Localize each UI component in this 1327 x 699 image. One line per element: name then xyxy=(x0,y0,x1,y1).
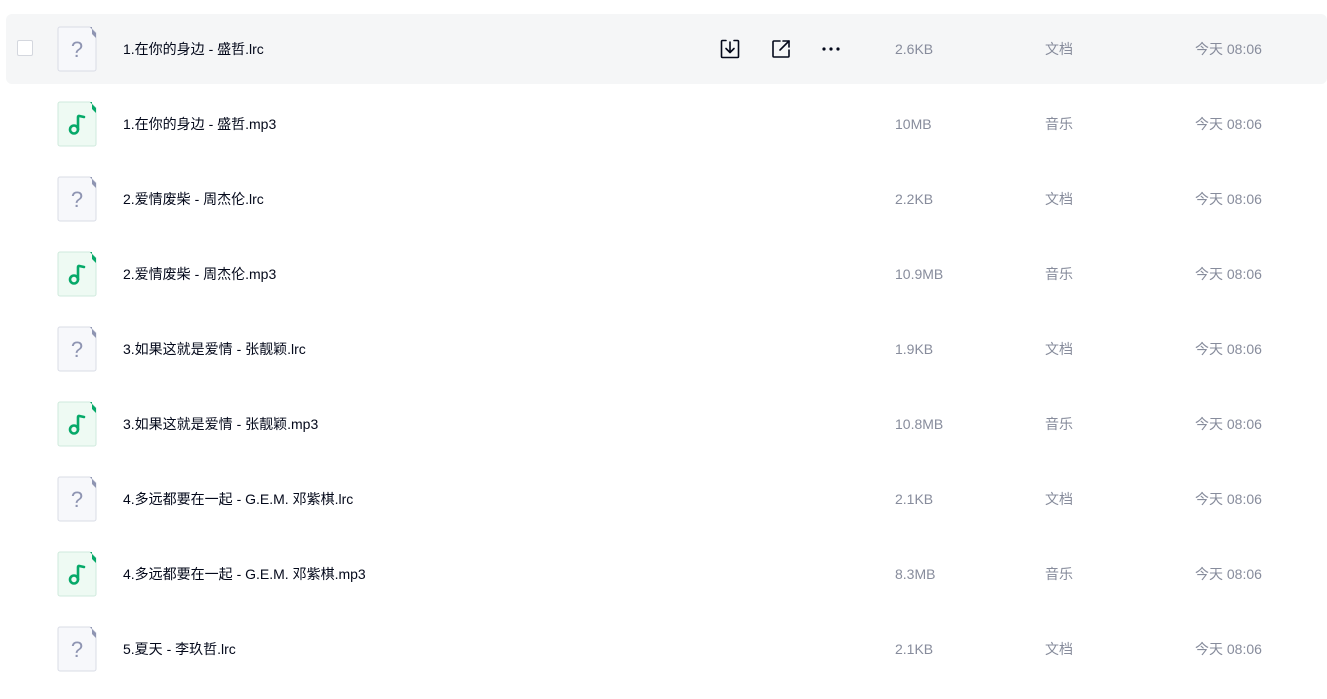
file-size: 1.9KB xyxy=(895,341,934,357)
unknown-file-icon: ? xyxy=(57,326,97,372)
share-icon xyxy=(769,37,793,61)
modified-time: 今天 08:06 xyxy=(1195,266,1262,282)
modified-time: 今天 08:06 xyxy=(1195,341,1262,357)
file-name[interactable]: 2.爱情废柴 - 周杰伦.mp3 xyxy=(123,239,276,309)
more-icon xyxy=(819,37,843,61)
file-row[interactable]: ? 1.在你的身边 - 盛哲.lrc 2.6KB 文档 今天 08:06 xyxy=(6,14,1327,84)
file-size: 10MB xyxy=(895,116,932,132)
modified-time: 今天 08:06 xyxy=(1195,41,1262,57)
file-row[interactable]: ? 5.夏天 - 李玖哲.lrc 2.1KB 文档 今天 08:06 xyxy=(6,614,1327,684)
file-type: 文档 xyxy=(1045,341,1073,357)
file-row[interactable]: 1.在你的身边 - 盛哲.mp3 10MB 音乐 今天 08:06 xyxy=(6,89,1327,159)
svg-text:?: ? xyxy=(71,637,83,662)
file-size: 2.1KB xyxy=(895,491,934,507)
file-row[interactable]: ? 4.多远都要在一起 - G.E.M. 邓紫棋.lrc 2.1KB 文档 今天 08:… xyxy=(6,464,1327,534)
file-type: 音乐 xyxy=(1045,266,1073,282)
unknown-file-icon: ? xyxy=(57,476,97,522)
svg-text:?: ? xyxy=(71,337,83,362)
modified-time: 今天 08:06 xyxy=(1195,116,1262,132)
file-row[interactable]: ? 3.如果这就是爱情 - 张靓颖.lrc 1.9KB 文档 今天 08:06 xyxy=(6,314,1327,384)
file-type: 文档 xyxy=(1045,191,1073,207)
download-button[interactable] xyxy=(718,37,742,61)
file-type: 音乐 xyxy=(1045,116,1073,132)
music-file-icon xyxy=(57,251,97,297)
file-size: 2.1KB xyxy=(895,641,934,657)
file-size: 10.8MB xyxy=(895,416,944,432)
file-list: ? 1.在你的身边 - 盛哲.lrc 2.6KB 文档 今天 08:06 1.在你的身边 … xyxy=(0,0,1327,699)
file-row[interactable]: ? 2.爱情废柴 - 周杰伦.lrc 2.2KB 文档 今天 08:06 xyxy=(6,164,1327,234)
file-name[interactable]: 3.如果这就是爱情 - 张靓颖.mp3 xyxy=(123,389,318,459)
file-name[interactable]: 1.在你的身边 - 盛哲.mp3 xyxy=(123,89,276,159)
file-type: 音乐 xyxy=(1045,566,1073,582)
modified-time: 今天 08:06 xyxy=(1195,641,1262,657)
file-type: 文档 xyxy=(1045,641,1073,657)
file-row[interactable]: 2.爱情废柴 - 周杰伦.mp3 10.9MB 音乐 今天 08:06 xyxy=(6,239,1327,309)
file-size: 10.9MB xyxy=(895,266,944,282)
modified-time: 今天 08:06 xyxy=(1195,566,1262,582)
file-row[interactable]: 4.多远都要在一起 - G.E.M. 邓紫棋.mp3 8.3MB 音乐 今天 08:0… xyxy=(6,539,1327,609)
file-name[interactable]: 5.夏天 - 李玖哲.lrc xyxy=(123,614,236,684)
file-type: 文档 xyxy=(1045,491,1073,507)
unknown-file-icon: ? xyxy=(57,176,97,222)
unknown-file-icon: ? xyxy=(57,26,97,72)
svg-text:?: ? xyxy=(71,187,83,212)
download-icon xyxy=(718,37,742,61)
more-button[interactable] xyxy=(819,37,843,61)
unknown-file-icon: ? xyxy=(57,626,97,672)
file-type: 文档 xyxy=(1045,41,1073,57)
share-button[interactable] xyxy=(769,37,793,61)
modified-time: 今天 08:06 xyxy=(1195,491,1262,507)
music-file-icon xyxy=(57,401,97,447)
modified-time: 今天 08:06 xyxy=(1195,191,1262,207)
file-name[interactable]: 4.多远都要在一起 - G.E.M. 邓紫棋.mp3 xyxy=(123,539,366,609)
file-name[interactable]: 1.在你的身边 - 盛哲.lrc xyxy=(123,14,264,84)
file-name[interactable]: 4.多远都要在一起 - G.E.M. 邓紫棋.lrc xyxy=(123,464,353,534)
file-size: 8.3MB xyxy=(895,566,936,582)
modified-time: 今天 08:06 xyxy=(1195,416,1262,432)
file-name[interactable]: 3.如果这就是爱情 - 张靓颖.lrc xyxy=(123,314,306,384)
svg-text:?: ? xyxy=(71,487,83,512)
file-row[interactable]: 3.如果这就是爱情 - 张靓颖.mp3 10.8MB 音乐 今天 08:06 xyxy=(6,389,1327,459)
file-size: 2.2KB xyxy=(895,191,934,207)
file-type: 音乐 xyxy=(1045,416,1073,432)
file-name[interactable]: 2.爱情废柴 - 周杰伦.lrc xyxy=(123,164,264,234)
svg-text:?: ? xyxy=(71,37,83,62)
file-size: 2.6KB xyxy=(895,41,934,57)
select-checkbox[interactable] xyxy=(17,40,33,56)
music-file-icon xyxy=(57,551,97,597)
music-file-icon xyxy=(57,101,97,147)
